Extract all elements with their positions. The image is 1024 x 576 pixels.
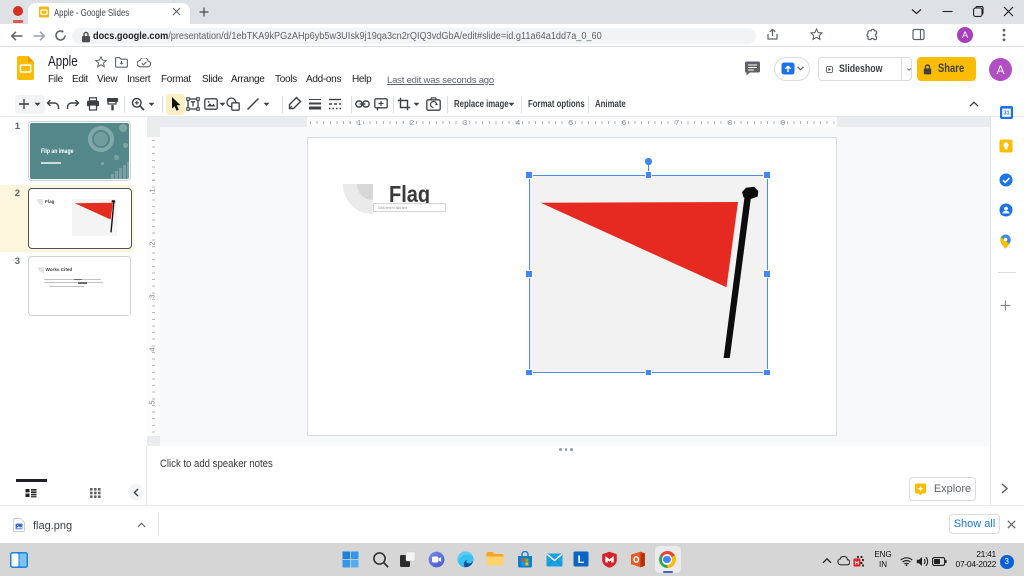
svg-text:31: 31: [1003, 111, 1009, 117]
svg-text:L: L: [577, 554, 584, 566]
